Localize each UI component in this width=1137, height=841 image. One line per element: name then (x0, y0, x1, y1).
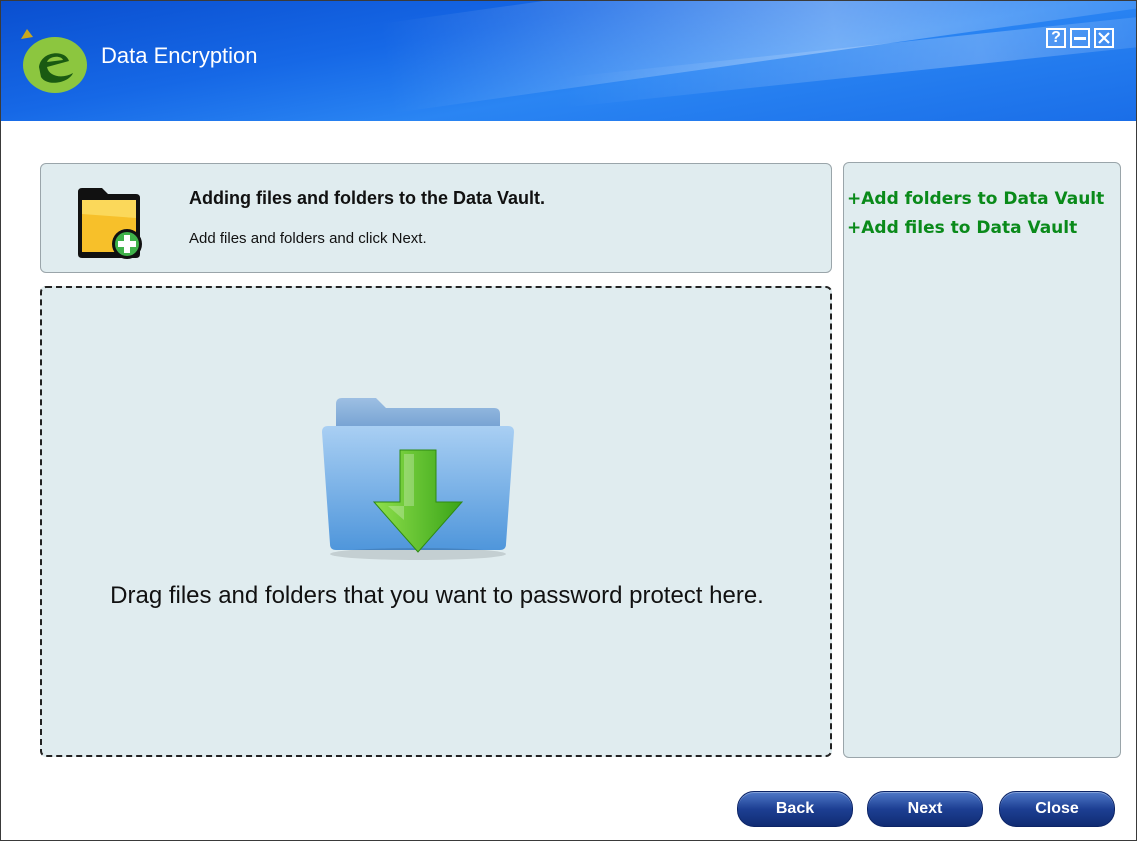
app-title: Data Encryption (101, 43, 258, 68)
step-subtitle: Add files and folders and click Next. (189, 230, 427, 247)
minimize-button[interactable] (1070, 28, 1090, 48)
next-button[interactable]: Next (867, 791, 983, 827)
drop-zone[interactable]: Drag files and folders that you want to … (40, 286, 832, 757)
drop-zone-instruction: Drag files and folders that you want to … (110, 582, 764, 609)
app-logo-icon (21, 29, 87, 93)
app-window: Data Encryption ? Adding files and folde… (0, 0, 1137, 841)
minimize-icon (1074, 37, 1086, 40)
close-button[interactable]: Close (999, 791, 1115, 827)
step-header-panel: Adding files and folders to the Data Vau… (40, 163, 832, 273)
step-title: Adding files and folders to the Data Vau… (189, 188, 546, 208)
close-window-button[interactable] (1094, 28, 1114, 48)
help-button[interactable]: ? (1046, 28, 1066, 48)
back-button[interactable]: Back (737, 791, 853, 827)
folder-add-icon (78, 188, 142, 259)
add-files-link[interactable]: +Add files to Data Vault (847, 218, 1077, 238)
tasks-sidebar: +Add folders to Data Vault +Add files to… (843, 162, 1121, 758)
close-icon (1098, 32, 1110, 44)
title-bar: Data Encryption ? (1, 1, 1136, 121)
add-folders-link[interactable]: +Add folders to Data Vault (847, 189, 1104, 209)
folder-download-icon (322, 398, 514, 560)
